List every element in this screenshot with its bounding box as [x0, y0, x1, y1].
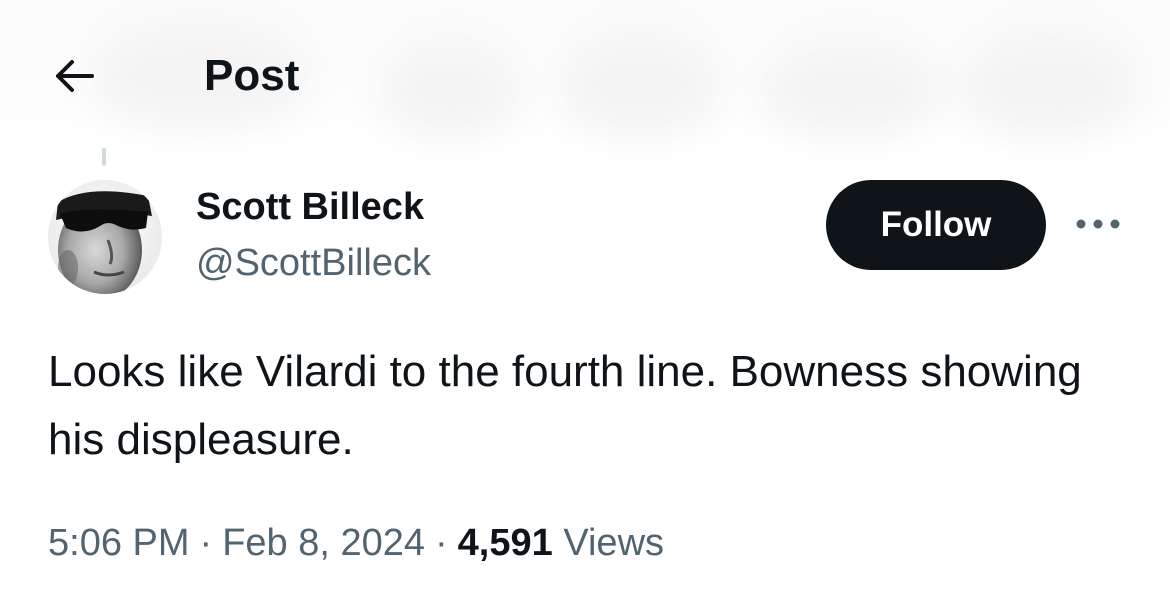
thread-connector-line: [102, 148, 106, 166]
views-label[interactable]: Views: [563, 522, 664, 564]
more-horizontal-icon: [1076, 219, 1120, 229]
author-handle[interactable]: @ScottBilleck: [196, 240, 431, 286]
views-count[interactable]: 4,591: [458, 522, 553, 564]
author-display-name[interactable]: Scott Billeck: [196, 184, 424, 230]
more-options-button[interactable]: [1072, 204, 1124, 244]
meta-separator: ·: [199, 522, 213, 564]
arrow-left-icon: [56, 60, 94, 92]
meta-separator: ·: [435, 522, 448, 564]
page-title: Post: [204, 51, 300, 100]
post-text: Looks like Vilardi to the fourth line. B…: [48, 347, 1082, 464]
follow-button[interactable]: Follow: [826, 180, 1046, 270]
avatar[interactable]: [48, 180, 162, 294]
post-time[interactable]: 5:06 PM: [48, 522, 190, 564]
header-background: [0, 0, 1170, 150]
profile-photo: [48, 180, 162, 294]
back-button[interactable]: [46, 48, 102, 104]
post-detail-page: Post Scott Billeck @ScottBilleck Follow …: [0, 0, 1170, 616]
post-date[interactable]: Feb 8, 2024: [222, 522, 425, 564]
post-meta: 5:06 PM · Feb 8, 2024 · 4,591 Views: [48, 518, 664, 568]
